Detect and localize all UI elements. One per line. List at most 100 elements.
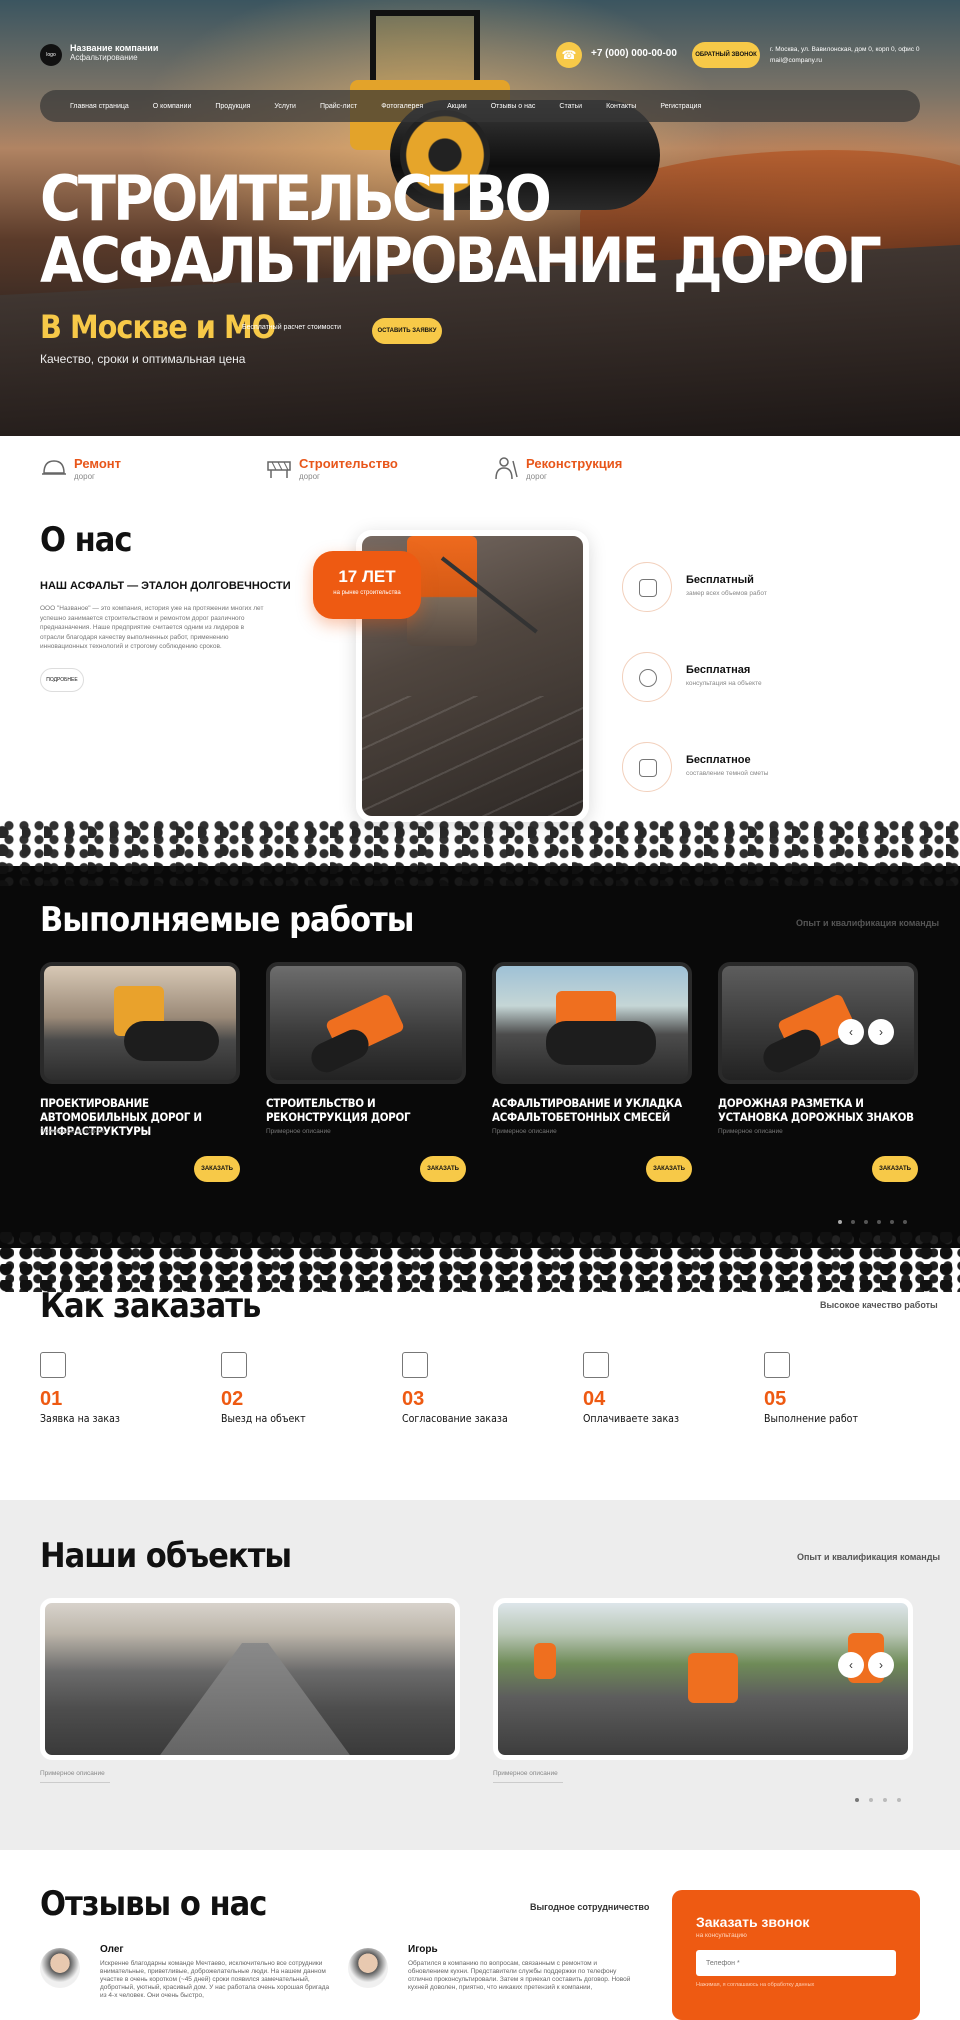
step-title: Заявка на заказ bbox=[40, 1413, 120, 1425]
logo[interactable]: logo bbox=[40, 44, 62, 66]
step-number: 04 bbox=[583, 1388, 606, 1410]
barrier-icon bbox=[267, 461, 291, 478]
nav-item-services[interactable]: Услуги bbox=[274, 103, 296, 110]
service-desc: дорог bbox=[299, 472, 320, 481]
step-number: 03 bbox=[402, 1388, 425, 1410]
nav-item-reviews[interactable]: Отзывы о нас bbox=[491, 103, 536, 110]
works-pagination[interactable] bbox=[838, 1220, 907, 1224]
feature-desc: консультация на объекте bbox=[686, 680, 762, 687]
hero-section: logo Название компании Асфальтирование ☎… bbox=[0, 0, 960, 436]
years-caption: на рынке строительства bbox=[333, 590, 401, 596]
nav-item-about[interactable]: О компании bbox=[153, 103, 192, 110]
work-order-button[interactable]: ЗАКАЗАТЬ bbox=[194, 1156, 240, 1182]
envelope-icon bbox=[40, 1352, 66, 1378]
object-card[interactable]: Примерное описание bbox=[493, 1598, 913, 1783]
nav-item-promos[interactable]: Акции bbox=[447, 103, 467, 110]
step-number: 05 bbox=[764, 1388, 787, 1410]
feature-title: Бесплатный bbox=[686, 574, 754, 586]
objects-right-label: Опыт и квалификация команды bbox=[797, 1552, 941, 1562]
phone-icon[interactable]: ☎ bbox=[556, 42, 582, 68]
how-right-label: Высокое качество работы bbox=[820, 1300, 938, 1310]
about-subtitle: НАШ АСФАЛЬТ — ЭТАЛОН ДОЛГОВЕЧНОСТИ bbox=[40, 580, 291, 592]
objects-title: Наши объекты bbox=[40, 1536, 292, 1576]
hero-title-line1: СТРОИТЕЛЬСТВО bbox=[40, 162, 552, 235]
measure-icon bbox=[622, 562, 672, 612]
review-text: Обратился в компанию по вопросам, связан… bbox=[408, 1960, 631, 1991]
avatar bbox=[348, 1948, 388, 1988]
work-order-button[interactable]: ЗАКАЗАТЬ bbox=[646, 1156, 692, 1182]
feature-title: Бесплатная bbox=[686, 664, 751, 676]
works-next-arrow[interactable]: › bbox=[868, 1019, 894, 1045]
work-card-title: ДОРОЖНАЯ РАЗМЕТКА И УСТАНОВКА ДОРОЖНЫХ З… bbox=[718, 1096, 914, 1124]
service-desc: дорог bbox=[74, 472, 95, 481]
callback-button[interactable]: ОБРАТНЫЙ ЗВОНОК bbox=[692, 42, 760, 68]
helmet-icon bbox=[42, 460, 66, 475]
address-text: г. Москва, ул. Вавилонская, дом 0, корп … bbox=[770, 46, 920, 53]
objects-prev-arrow[interactable]: ‹ bbox=[838, 1652, 864, 1678]
object-card-image bbox=[493, 1598, 913, 1760]
email-link[interactable]: mail@company.ru bbox=[770, 55, 919, 66]
about-more-button[interactable]: ПОДРОБНЕЕ bbox=[40, 668, 84, 692]
objects-next-arrow[interactable]: › bbox=[868, 1652, 894, 1678]
hero-title: СТРОИТЕЛЬСТВО АСФАЛЬТИРОВАНИЕ ДОРОГ bbox=[40, 162, 882, 292]
work-card-desc: Примерное описание bbox=[492, 1128, 557, 1135]
document-icon bbox=[622, 742, 672, 792]
service-desc: дорог bbox=[526, 472, 547, 481]
works-right-label: Опыт и квалификация команды bbox=[796, 918, 940, 928]
worker-icon bbox=[495, 457, 518, 480]
free-calc-text: Бесплатный расчет стоимости bbox=[242, 324, 341, 331]
works-prev-arrow[interactable]: ‹ bbox=[838, 1019, 864, 1045]
nav-item-products[interactable]: Продукция bbox=[215, 103, 250, 110]
feature-desc: замер всех объемов работ bbox=[686, 590, 767, 597]
work-order-button[interactable]: ЗАКАЗАТЬ bbox=[420, 1156, 466, 1182]
work-card-image bbox=[266, 962, 466, 1084]
work-card[interactable]: АСФАЛЬТИРОВАНИЕ И УКЛАДКА АСФАЛЬТОБЕТОНН… bbox=[492, 962, 692, 1182]
step-title: Выполнение работ bbox=[764, 1413, 858, 1425]
asphalt-texture-bottom bbox=[0, 1232, 960, 1292]
work-order-button[interactable]: ЗАКАЗАТЬ bbox=[872, 1156, 918, 1182]
reviews-title: Отзывы о нас bbox=[40, 1884, 267, 1924]
work-card-title: СТРОИТЕЛЬСТВО И РЕКОНСТРУКЦИЯ ДОРОГ bbox=[266, 1096, 411, 1124]
top-bar: logo Название компании Асфальтирование ☎… bbox=[40, 40, 920, 72]
objects-pagination[interactable] bbox=[855, 1798, 901, 1802]
reviewer-name: Олег bbox=[100, 1944, 124, 1955]
work-card-desc: Примерное описание bbox=[718, 1128, 783, 1135]
object-card[interactable]: Примерное описание bbox=[40, 1598, 460, 1783]
phone-input[interactable] bbox=[696, 1950, 896, 1976]
contract-icon bbox=[402, 1352, 428, 1378]
barrier-icon bbox=[764, 1352, 790, 1378]
consultant-icon bbox=[622, 652, 672, 702]
work-card[interactable]: ПРОЕКТИРОВАНИЕ АВТОМОБИЛЬНЫХ ДОРОГ И ИНФ… bbox=[40, 962, 240, 1182]
avatar bbox=[40, 1948, 80, 1988]
hero-subtitle: В Москве и МО bbox=[40, 308, 276, 346]
years-badge: 17 ЛЕТ на рынке строительства bbox=[313, 551, 421, 619]
service-title: Реконструкция bbox=[526, 456, 623, 471]
about-title: О нас bbox=[40, 520, 133, 560]
truck-icon bbox=[221, 1352, 247, 1378]
service-title: Ремонт bbox=[74, 456, 122, 471]
nav-item-gallery[interactable]: Фотогалерея bbox=[381, 103, 423, 110]
payment-icon bbox=[583, 1352, 609, 1378]
nav-item-articles[interactable]: Статьи bbox=[559, 103, 582, 110]
step-title: Оплачиваете заказ bbox=[583, 1413, 679, 1425]
order-step: 01 Заявка на заказ bbox=[40, 1352, 190, 1425]
phone-number[interactable]: +7 (000) 000-00-00 bbox=[591, 48, 677, 59]
order-step: 03 Согласование заказа bbox=[402, 1352, 552, 1425]
company-subtitle: Асфальтирование bbox=[70, 53, 138, 62]
chevron-left-icon: ‹ bbox=[849, 1658, 853, 1672]
nav-item-contacts[interactable]: Контакты bbox=[606, 103, 636, 110]
about-text: ООО "Названое" — это компания, история у… bbox=[40, 605, 264, 650]
works-title: Выполняемые работы bbox=[40, 900, 414, 940]
contact-info: г. Москва, ул. Вавилонская, дом 0, корп … bbox=[770, 44, 919, 66]
company-block: Название компании Асфальтирование bbox=[70, 43, 158, 62]
nav-item-home[interactable]: Главная страница bbox=[70, 103, 129, 110]
order-button[interactable]: ОСТАВИТЬ ЗАЯВКУ bbox=[372, 318, 442, 344]
review-text: Искренне благодарны команде Мечтаево, ис… bbox=[100, 1960, 330, 1999]
nav-item-prices[interactable]: Прайс-лист bbox=[320, 103, 357, 110]
object-card-desc: Примерное описание bbox=[40, 1770, 105, 1777]
nav-item-register[interactable]: Регистрация bbox=[660, 103, 701, 110]
feature-title: Бесплатное bbox=[686, 754, 751, 766]
work-card[interactable]: СТРОИТЕЛЬСТВО И РЕКОНСТРУКЦИЯ ДОРОГ Прим… bbox=[266, 962, 466, 1182]
service-title: Строительство bbox=[299, 456, 398, 471]
hero-tagline: Качество, сроки и оптимальная цена bbox=[40, 352, 246, 366]
